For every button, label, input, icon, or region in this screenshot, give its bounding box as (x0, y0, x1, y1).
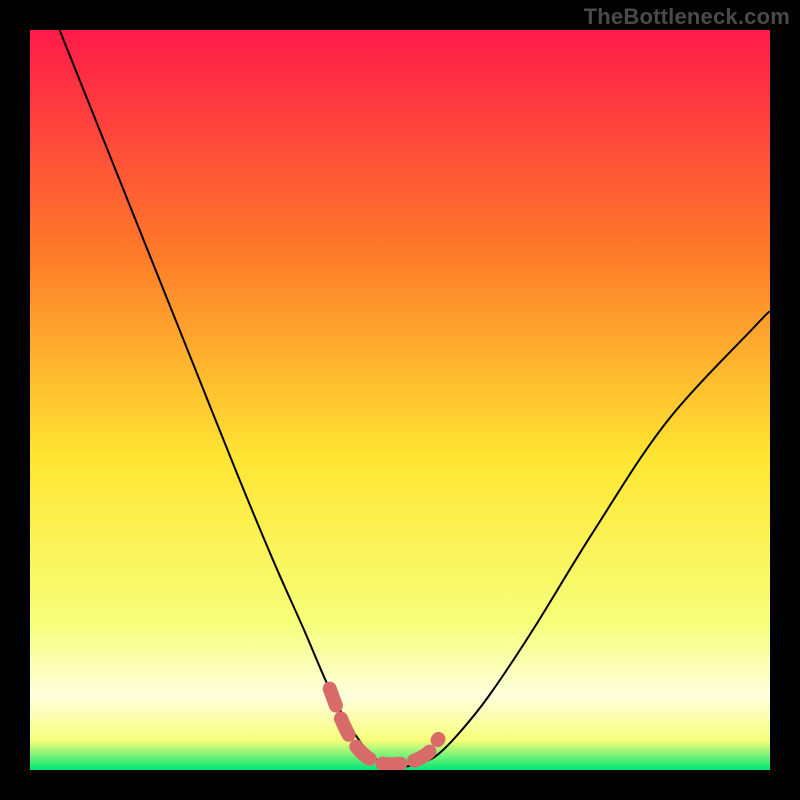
outer-frame: TheBottleneck.com (0, 0, 800, 800)
gradient-background (30, 30, 770, 770)
chart-plot-area (30, 30, 770, 770)
chart-svg (30, 30, 770, 770)
watermark-text: TheBottleneck.com (584, 4, 790, 30)
